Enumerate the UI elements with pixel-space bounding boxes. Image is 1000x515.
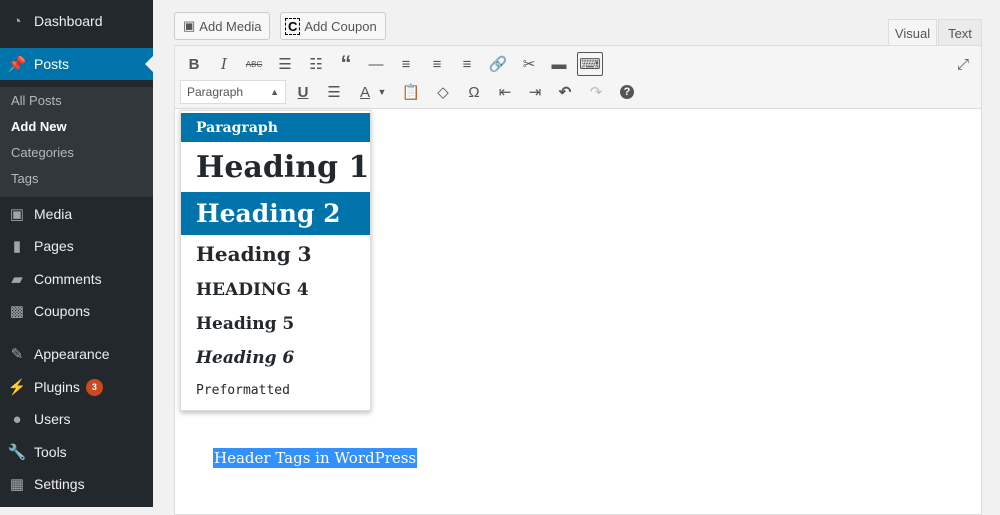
submenu-categories[interactable]: Categories: [11, 145, 74, 160]
option-heading-3[interactable]: Heading 3: [181, 235, 370, 273]
editor-toolbar: B I ABC ☰ ☷ “ — ≡ ≡ ≡ 🔗 ✂ ▬ ⌨ ⤢ Paragrap…: [175, 46, 981, 109]
add-media-button[interactable]: ▣ Add Media: [174, 12, 271, 40]
menu-label: Tools: [34, 444, 67, 460]
add-coupon-button[interactable]: C Add Coupon: [280, 12, 386, 40]
brush-icon: ✎: [10, 346, 24, 363]
submenu-tags[interactable]: Tags: [11, 171, 38, 186]
wrench-icon: 🔧: [7, 444, 27, 461]
menu-dashboard[interactable]: ◔ Dashboard: [0, 5, 153, 37]
menu-coupons[interactable]: ▩ Coupons: [0, 295, 153, 327]
comment-icon: ▰: [11, 271, 23, 288]
menu-media[interactable]: ▣ Media: [0, 198, 153, 230]
format-dropdown: Paragraph Heading 1 Heading 2 Heading 3 …: [180, 110, 371, 411]
align-right-icon[interactable]: ≡: [455, 52, 479, 76]
format-select-value: Paragraph: [187, 85, 244, 99]
read-more-icon[interactable]: ▬: [547, 52, 571, 76]
option-heading-1[interactable]: Heading 1: [181, 142, 370, 192]
option-heading-2[interactable]: Heading 2: [181, 192, 370, 235]
paste-text-icon[interactable]: 📋: [399, 80, 423, 104]
user-icon: ●: [12, 410, 22, 428]
option-heading-5[interactable]: Heading 5: [181, 307, 370, 341]
media-icon: ▣: [9, 206, 25, 223]
undo-icon[interactable]: ↶: [553, 80, 577, 104]
special-character-icon[interactable]: Ω: [462, 80, 486, 104]
posts-submenu: All Posts Add New Categories Tags: [0, 87, 153, 197]
outdent-icon[interactable]: ⇤: [493, 80, 517, 104]
clear-formatting-icon[interactable]: ◇: [431, 80, 455, 104]
submenu-add-new[interactable]: Add New: [11, 119, 67, 134]
tab-text[interactable]: Text: [938, 19, 982, 46]
menu-label: Users: [34, 411, 71, 427]
pages-icon: ▮: [12, 238, 22, 255]
fullscreen-icon[interactable]: ⤢: [951, 52, 975, 76]
button-label: Add Coupon: [304, 18, 377, 34]
link-icon[interactable]: 🔗: [486, 52, 510, 76]
menu-label: Settings: [34, 476, 85, 492]
menu-posts[interactable]: 📌 Posts: [0, 48, 153, 80]
option-heading-6[interactable]: Heading 6: [181, 341, 370, 374]
selected-text[interactable]: Header Tags in WordPress: [213, 448, 418, 468]
option-heading-4[interactable]: HEADING 4: [181, 273, 370, 307]
admin-sidebar: ◔ Dashboard 📌 Posts All Posts Add New Cate…: [0, 0, 153, 507]
bullet-list-icon[interactable]: ☰: [273, 52, 297, 76]
tab-visual[interactable]: Visual: [888, 19, 937, 46]
blockquote-icon[interactable]: “: [334, 51, 358, 76]
button-label: Add Media: [199, 18, 262, 34]
menu-label: Dashboard: [34, 13, 103, 29]
menu-plugins[interactable]: ⚡ Plugins 3: [0, 371, 153, 403]
indent-icon[interactable]: ⇥: [523, 80, 547, 104]
italic-icon[interactable]: I: [212, 52, 236, 76]
menu-users[interactable]: ● Users: [0, 403, 153, 435]
update-badge: 3: [85, 378, 103, 396]
format-select[interactable]: Paragraph ▲: [180, 80, 286, 104]
settings-icon: ▦: [9, 476, 25, 493]
pin-icon: 📌: [7, 56, 27, 73]
align-center-icon[interactable]: ≡: [425, 52, 449, 76]
text-color-icon[interactable]: A: [353, 80, 377, 104]
underline-icon[interactable]: U: [291, 80, 315, 104]
menu-label: Pages: [34, 238, 74, 254]
numbered-list-icon[interactable]: ☷: [304, 52, 328, 76]
strikethrough-icon[interactable]: ABC: [242, 52, 266, 76]
menu-label: Plugins: [34, 379, 80, 395]
coupon-icon: C: [285, 17, 301, 35]
menu-settings[interactable]: ▦ Settings: [0, 468, 153, 500]
option-paragraph[interactable]: Paragraph: [181, 113, 370, 142]
unlink-icon[interactable]: ✂: [517, 52, 541, 76]
text-color-dropdown-icon[interactable]: ▼: [375, 80, 389, 104]
coupon-icon: ▩: [9, 303, 25, 320]
redo-icon[interactable]: ↷: [584, 80, 608, 104]
caret-up-icon: ▲: [270, 87, 279, 97]
menu-pages[interactable]: ▮ Pages: [0, 230, 153, 262]
menu-label: Appearance: [34, 346, 110, 362]
menu-appearance[interactable]: ✎ Appearance: [0, 338, 153, 370]
menu-label: Coupons: [34, 303, 91, 319]
menu-comments[interactable]: ▰ Comments: [0, 263, 153, 295]
horizontal-line-icon[interactable]: —: [364, 52, 388, 76]
menu-label: Posts: [34, 56, 70, 72]
submenu-all-posts[interactable]: All Posts: [11, 93, 62, 108]
menu-tools[interactable]: 🔧 Tools: [0, 436, 153, 468]
dashboard-icon: ◔: [12, 12, 22, 30]
align-left-icon[interactable]: ≡: [394, 52, 418, 76]
menu-label: Media: [34, 206, 73, 222]
menu-label: Comments: [34, 271, 102, 287]
bold-icon[interactable]: B: [182, 52, 206, 76]
plug-icon: ⚡: [7, 379, 27, 396]
media-icon: ▣: [183, 18, 196, 33]
toolbar-toggle-icon[interactable]: ⌨: [577, 52, 603, 76]
option-preformatted[interactable]: Preformatted: [181, 374, 370, 406]
justify-icon[interactable]: ☰: [322, 80, 346, 104]
help-icon[interactable]: ?: [615, 80, 639, 104]
